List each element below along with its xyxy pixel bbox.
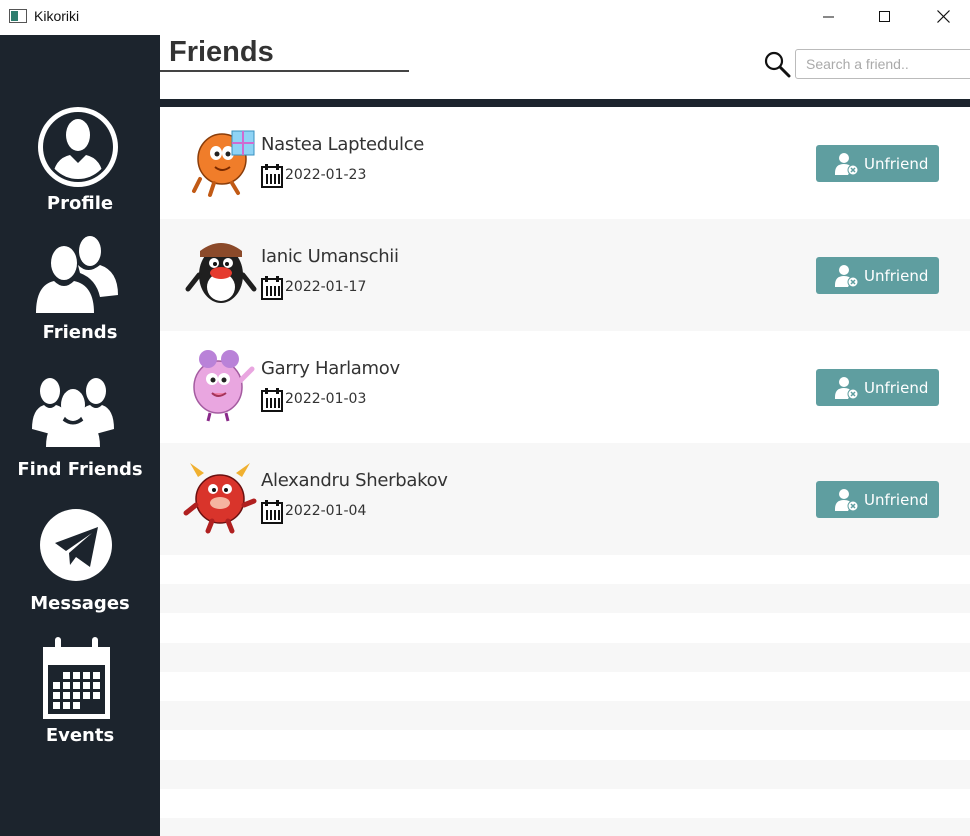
calendar-icon (261, 388, 283, 412)
friend-row: Garry Harlamov 2022-01-03 Unfriend (160, 331, 970, 443)
calendar-icon (261, 500, 283, 524)
user-icon (38, 107, 118, 187)
avatar (193, 350, 255, 422)
remove-user-icon (834, 375, 860, 401)
calendar-icon (43, 637, 110, 719)
sidebar-item-events[interactable]: Events (0, 635, 160, 747)
empty-row (160, 643, 970, 673)
maximize-button[interactable] (862, 0, 908, 33)
friend-name: Garry Harlamov (261, 358, 400, 379)
unfriend-button[interactable]: Unfriend (816, 257, 939, 294)
two-users-icon (36, 236, 118, 313)
unfriend-label: Unfriend (864, 378, 929, 397)
sidebar-item-label: Events (45, 725, 115, 746)
paper-plane-icon (40, 509, 112, 581)
friend-name: Nastea Laptedulce (261, 134, 425, 155)
sidebar-item-label: Profile (46, 193, 114, 214)
remove-user-icon (834, 487, 860, 513)
sidebar-item-find-friends[interactable]: Find Friends (0, 375, 160, 487)
unfriend-label: Unfriend (864, 154, 929, 173)
friend-row: Nastea Laptedulce 2022-01-23 Unfriend (160, 107, 970, 219)
remove-user-icon (834, 151, 860, 177)
friends-list: Nastea Laptedulce 2022-01-23 Unfriend Ia… (160, 107, 970, 836)
search-input[interactable] (795, 49, 970, 79)
minimize-button[interactable] (806, 0, 852, 33)
friend-row: Ianic Umanschii 2022-01-17 Unfriend (160, 219, 970, 331)
unfriend-button[interactable]: Unfriend (816, 145, 939, 182)
empty-row (160, 701, 970, 731)
title-underline (160, 70, 409, 72)
friend-row: Alexandru Sherbakov 2022-01-04 Unfriend (160, 443, 970, 555)
friend-date: 2022-01-17 (285, 279, 367, 295)
avatar (183, 463, 257, 534)
unfriend-button[interactable]: Unfriend (816, 481, 939, 518)
sidebar-item-friends[interactable]: Friends (0, 235, 160, 347)
avatar (192, 130, 255, 197)
remove-user-icon (834, 263, 860, 289)
empty-row (160, 672, 970, 701)
page-title: Friends (169, 36, 274, 68)
empty-row (160, 613, 970, 642)
close-icon (936, 10, 950, 23)
minimize-icon (823, 16, 834, 17)
friend-name: Alexandru Sherbakov (261, 470, 448, 491)
sidebar-item-label: Find Friends (17, 459, 143, 480)
empty-row (160, 760, 970, 790)
empty-row (160, 731, 970, 760)
title-bar: Kikoriki (0, 0, 970, 35)
friend-date: 2022-01-23 (285, 167, 367, 183)
sidebar-item-profile[interactable]: Profile (0, 105, 160, 217)
calendar-icon (261, 164, 283, 188)
sidebar-item-label: Friends (42, 322, 118, 343)
sidebar-item-label: Messages (30, 593, 130, 614)
unfriend-label: Unfriend (864, 490, 929, 509)
three-users-icon (32, 378, 114, 447)
empty-row (160, 584, 970, 614)
empty-row (160, 789, 970, 818)
sidebar-item-messages[interactable]: Messages (0, 507, 160, 619)
avatar (185, 243, 257, 303)
sidebar: Profile Friends Find Friends Messages Ev… (0, 35, 160, 836)
maximize-icon (879, 10, 890, 22)
header-divider (160, 99, 970, 107)
window-title: Kikoriki (34, 8, 80, 24)
close-button[interactable] (920, 0, 966, 33)
search-icon[interactable] (763, 50, 791, 78)
friend-name: Ianic Umanschii (261, 246, 399, 267)
friend-date: 2022-01-04 (285, 503, 367, 519)
friend-date: 2022-01-03 (285, 391, 367, 407)
unfriend-button[interactable]: Unfriend (816, 369, 939, 406)
unfriend-label: Unfriend (864, 266, 929, 285)
empty-row (160, 818, 970, 836)
app-icon (9, 9, 27, 23)
empty-row (160, 555, 970, 584)
calendar-icon (261, 276, 283, 300)
